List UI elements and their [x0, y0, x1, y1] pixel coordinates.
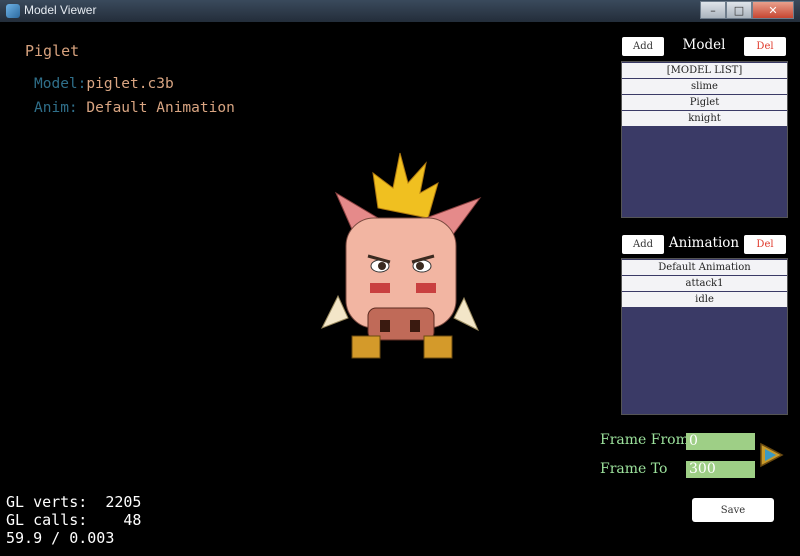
add-model-button[interactable]: Add — [622, 37, 664, 56]
model-panel-header: Add Model Del — [622, 37, 786, 57]
save-button[interactable]: Save — [692, 498, 774, 522]
model-label: Model: — [34, 76, 87, 92]
maximize-button[interactable]: □ — [726, 1, 752, 19]
model-list[interactable]: [MODEL LIST] slime Piglet knight — [621, 61, 788, 218]
frame-from-label: Frame From — [600, 432, 689, 448]
model-value: piglet.c3b — [86, 76, 174, 92]
add-animation-button[interactable]: Add — [622, 235, 664, 254]
close-button[interactable]: ✕ — [752, 1, 794, 19]
animation-list-item[interactable]: idle — [622, 292, 787, 307]
app-icon — [6, 4, 20, 18]
anim-info: Anim: Default Animation — [34, 100, 235, 116]
model-panel-title: Model — [682, 37, 726, 53]
gl-calls: GL calls: 48 — [6, 511, 142, 529]
title-bar: Model Viewer – □ ✕ — [0, 0, 800, 22]
model-list-item-knight[interactable]: knight — [622, 111, 787, 126]
window-title: Model Viewer — [24, 3, 97, 17]
fps-readout: 59.9 / 0.003 — [6, 529, 115, 547]
model-list-header: [MODEL LIST] — [622, 63, 787, 78]
frame-to-label: Frame To — [600, 461, 668, 477]
model-list-item-slime[interactable]: slime — [622, 79, 787, 94]
model-info: Model:piglet.c3b — [34, 76, 174, 92]
minimize-button[interactable]: – — [700, 1, 726, 19]
model-name: Piglet — [25, 42, 80, 60]
animation-list[interactable]: Default Animation attack1 idle — [621, 258, 788, 415]
animation-panel-header: Add Animation Del — [622, 235, 786, 255]
anim-value: Default Animation — [86, 100, 235, 116]
animation-panel-title: Animation — [668, 235, 740, 251]
delete-model-button[interactable]: Del — [744, 37, 786, 56]
anim-label: Anim: — [34, 100, 78, 116]
frame-to-input[interactable]: 300 — [686, 461, 755, 478]
frame-from-input[interactable]: 0 — [686, 433, 755, 450]
play-icon[interactable] — [758, 442, 784, 468]
render-stats: GL verts: 2205 GL calls: 48 59.9 / 0.003 — [6, 493, 141, 547]
gl-verts: GL verts: 2205 — [6, 493, 142, 511]
animation-list-item[interactable]: Default Animation — [622, 260, 787, 275]
animation-list-item[interactable]: attack1 — [622, 276, 787, 291]
model-list-item-piglet[interactable]: Piglet — [622, 95, 787, 110]
piglet-model-render[interactable] — [308, 148, 488, 368]
delete-animation-button[interactable]: Del — [744, 235, 786, 254]
